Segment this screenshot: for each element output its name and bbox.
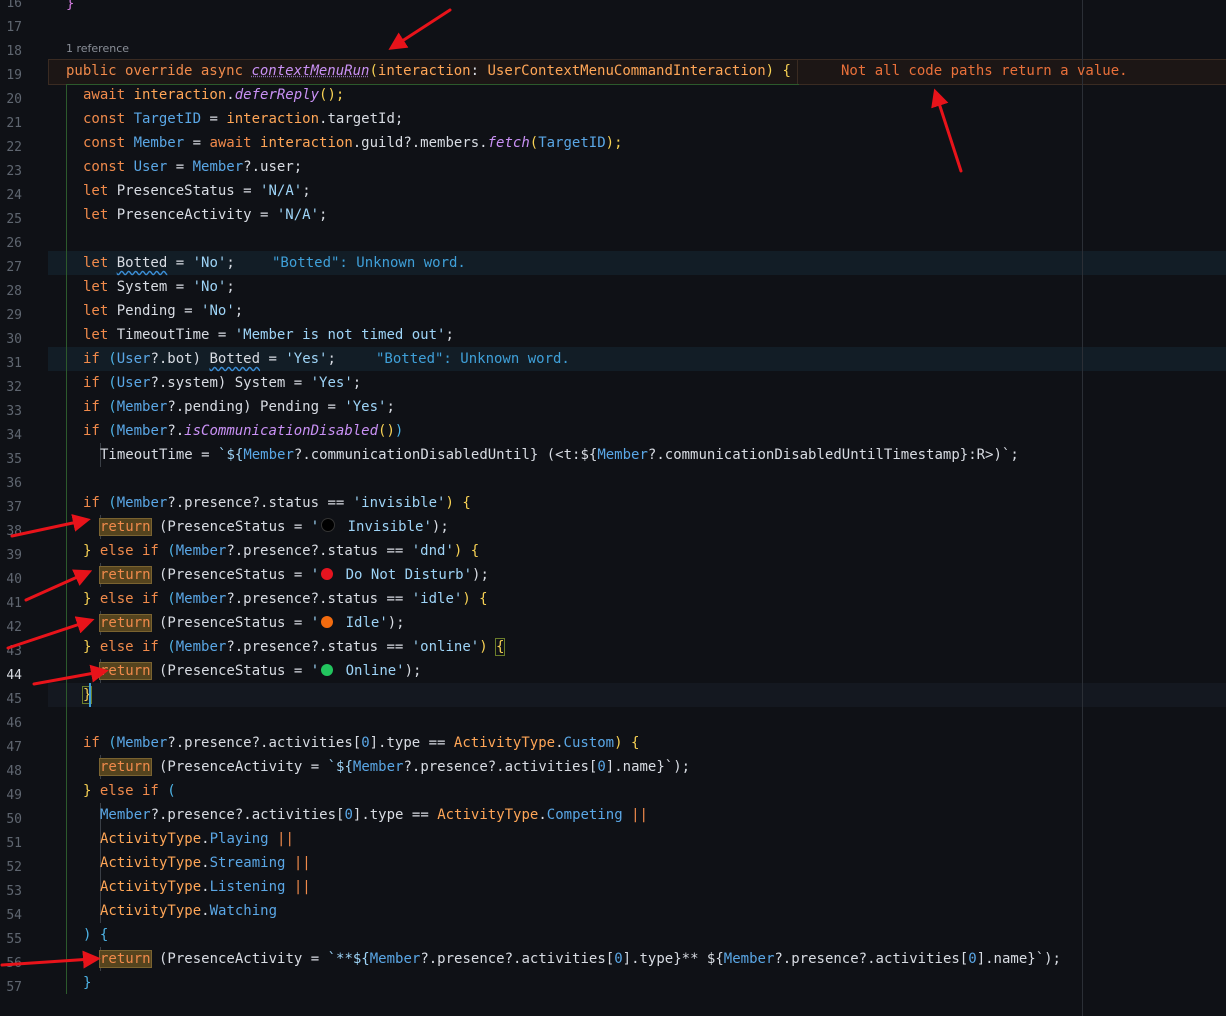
arrow-to-error [931, 88, 963, 173]
arrow-to-return-37 [10, 514, 91, 538]
arrow-to-return-43 [32, 664, 109, 686]
annotation-arrows [0, 8, 963, 969]
arrow-to-return-39 [24, 569, 93, 602]
arrow-to-method [388, 8, 452, 50]
arrow-to-return-55 [0, 950, 101, 969]
arrow-to-return-41 [6, 616, 95, 650]
